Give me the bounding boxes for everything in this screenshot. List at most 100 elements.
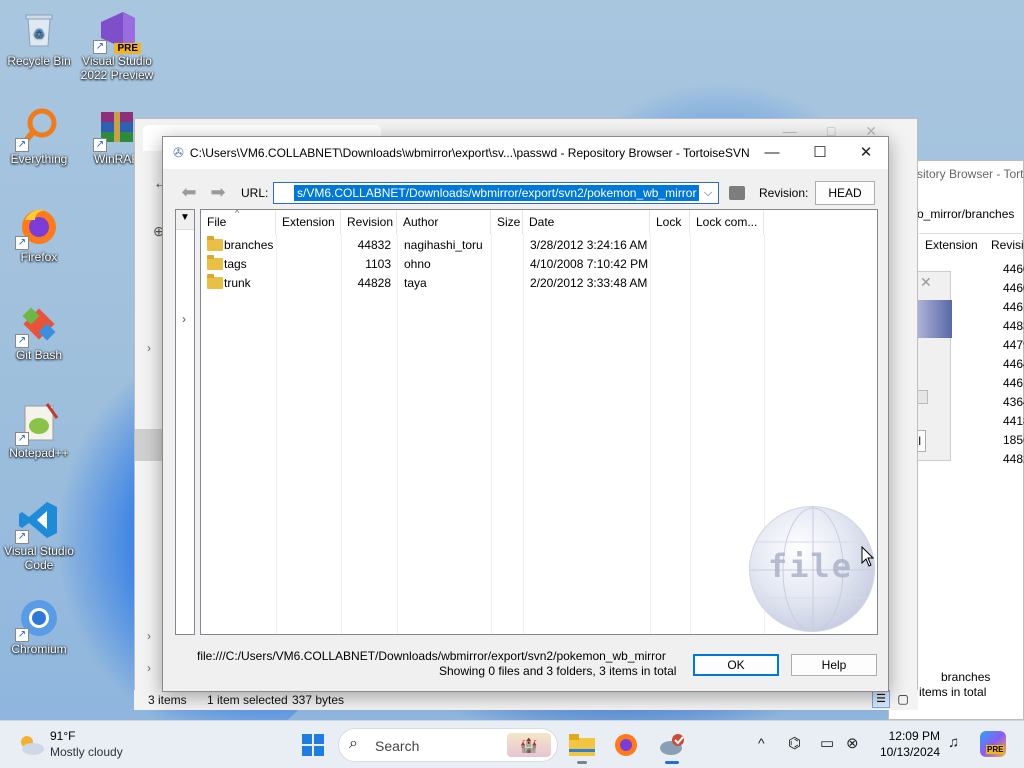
row-name: trunk	[224, 276, 251, 290]
taskbar: 91°F Mostly cloudy ⌕ Search 🏰 ^ ⌬ ▭ ⊗ 12…	[0, 720, 1024, 768]
background-revision: 4460	[1003, 281, 1024, 295]
notepad-plus-plus-icon: ↗	[15, 400, 61, 446]
background-revision: 1856	[1003, 433, 1024, 447]
chevron-down-icon[interactable]: ⌵	[700, 183, 716, 203]
help-button[interactable]: Help	[791, 654, 877, 676]
file-explorer-taskbar-button[interactable]	[566, 729, 598, 764]
weather-temp: 91°F	[50, 729, 76, 743]
url-combobox[interactable]: s/VM6.COLLABNET/Downloads/wbmirror/expor…	[273, 182, 719, 204]
volume-muted-icon[interactable]: ⊗	[846, 734, 859, 752]
svg-text:♻: ♻	[34, 27, 45, 41]
tiles-view-icon[interactable]: ▢	[894, 690, 912, 708]
chevron-up-icon[interactable]: ^	[758, 735, 765, 751]
ok-button[interactable]: OK	[693, 654, 779, 676]
chevron-right-icon[interactable]: ›	[182, 312, 186, 326]
table-row[interactable]: tags 1103 ohno 4/10/2008 7:10:42 PM	[201, 255, 877, 274]
explorer-scroll-thumb[interactable]	[135, 429, 163, 461]
copilot-preview-badge: PRE	[986, 745, 1005, 754]
search-highlight-icon: 🏰	[507, 733, 551, 757]
close-button[interactable]: ✕	[843, 137, 889, 169]
column-header-date[interactable]: Date	[523, 210, 650, 234]
everything-shortcut[interactable]: ↗ Everything	[0, 106, 78, 166]
footer-path: file:///C:/Users/VM6.COLLABNET/Downloads…	[197, 649, 666, 663]
file-list[interactable]: File ^ Extension Revision Author Size Da…	[200, 209, 878, 635]
chevron-right-icon[interactable]: ›	[147, 629, 151, 643]
column-separator	[397, 234, 398, 634]
firefox-icon: ↗	[15, 204, 61, 250]
column-header-lock-comment[interactable]: Lock com...	[690, 210, 764, 234]
windows-logo-icon	[302, 734, 324, 756]
notepad-plus-plus-label: Notepad++	[9, 446, 69, 460]
background-col-extension: Extension	[925, 238, 978, 252]
column-header-lock[interactable]: Lock	[650, 210, 690, 234]
forward-arrow-icon[interactable]: ➡	[207, 182, 229, 204]
recycle-bin-shortcut[interactable]: ♻ Recycle Bin	[0, 8, 78, 68]
table-row[interactable]: trunk 44828 taya 2/20/2012 3:33:48 AM	[201, 274, 877, 293]
row-revision: 44832	[357, 238, 391, 252]
explorer-status-bar: 3 items 1 item selected 337 bytes ☰ ▢	[134, 690, 918, 710]
chromium-shortcut[interactable]: ↗ Chromium	[0, 596, 78, 656]
folder-icon	[569, 734, 595, 756]
notepad-plus-plus-shortcut[interactable]: ↗ Notepad++	[0, 400, 78, 460]
network-icon[interactable]: ⌬	[788, 734, 801, 752]
repository-browser-dialog[interactable]: ✇ C:\Users\VM6.COLLABNET\Downloads\wbmir…	[162, 136, 889, 692]
folder-icon	[207, 255, 223, 270]
chevron-right-icon[interactable]: ›	[147, 341, 151, 355]
column-header-author[interactable]: Author	[397, 210, 491, 234]
row-revision: 1103	[365, 257, 391, 271]
git-bash-label: Git Bash	[15, 348, 63, 362]
row-author: taya	[404, 276, 427, 290]
recycle-bin-label: Recycle Bin	[7, 54, 71, 68]
chevron-right-icon[interactable]: ›	[147, 661, 151, 675]
firefox-taskbar-button[interactable]	[610, 729, 642, 761]
background-revision: 4482	[1003, 452, 1024, 466]
file-globe-watermark: file	[749, 506, 875, 632]
copilot-button[interactable]: PRE	[980, 731, 1006, 757]
winrar-icon: ↗	[93, 106, 139, 152]
notification-bell-icon[interactable]: ♫	[948, 734, 959, 751]
vscode-label: Visual Studio Code	[4, 544, 74, 572]
tree-pane[interactable]: ▼ ›	[175, 209, 195, 635]
visual-studio-preview-shortcut[interactable]: ↗ PRE Visual Studio 2022 Preview	[78, 8, 156, 82]
visual-studio-preview-label: Visual Studio 2022 Preview	[80, 54, 154, 82]
firefox-shortcut[interactable]: ↗ Firefox	[0, 204, 78, 264]
start-button[interactable]	[297, 729, 329, 761]
close-icon[interactable]: ✕	[920, 274, 932, 291]
column-header-size[interactable]: Size	[491, 210, 523, 234]
minimize-button[interactable]: —	[749, 137, 795, 169]
watermark-text: file	[768, 547, 854, 585]
display-icon[interactable]: ▭	[820, 734, 834, 752]
taskbar-search-box[interactable]: ⌕ Search 🏰	[338, 728, 558, 762]
column-separator	[650, 234, 651, 634]
column-separator	[276, 234, 277, 634]
shortcut-arrow-icon: ↗	[15, 628, 29, 642]
background-revision: 4464	[1003, 357, 1024, 371]
row-name: branches	[224, 238, 274, 252]
background-col-revision: Revisi	[991, 238, 1024, 252]
search-label: Search	[375, 738, 420, 754]
preview-badge: PRE	[114, 43, 141, 54]
git-bash-shortcut[interactable]: ↗ Git Bash	[0, 302, 78, 362]
url-input[interactable]: s/VM6.COLLABNET/Downloads/wbmirror/expor…	[294, 185, 699, 201]
tortoisesvn-taskbar-button[interactable]	[656, 729, 688, 764]
clock[interactable]: 12:09 PM 10/13/2024	[874, 729, 940, 759]
background-window-title: sitory Browser - Tort	[917, 167, 1024, 181]
details-view-icon[interactable]: ☰	[872, 690, 890, 708]
column-header-revision[interactable]: Revision	[341, 210, 397, 234]
row-author: ohno	[404, 257, 431, 271]
background-revision: 4460	[1003, 262, 1024, 276]
folder-icon	[207, 274, 223, 289]
bookmark-icon[interactable]	[729, 186, 745, 200]
chevron-down-icon[interactable]: ▼	[180, 212, 190, 223]
vscode-shortcut[interactable]: ↗ Visual Studio Code	[0, 498, 78, 572]
column-header-extension[interactable]: Extension	[276, 210, 341, 234]
revision-button[interactable]: HEAD	[815, 181, 875, 205]
background-status-count: items in total	[919, 685, 987, 699]
background-revision: 4364	[1003, 395, 1024, 409]
git-bash-icon: ↗	[15, 302, 61, 348]
weather-widget[interactable]: 91°F Mostly cloudy	[14, 729, 144, 761]
maximize-button[interactable]: ☐	[797, 137, 843, 169]
table-row[interactable]: branches 44832 nagihashi_toru 3/28/2012 …	[201, 236, 877, 255]
back-arrow-icon[interactable]: ⬅	[178, 182, 200, 204]
search-icon: ⌕	[349, 735, 358, 752]
